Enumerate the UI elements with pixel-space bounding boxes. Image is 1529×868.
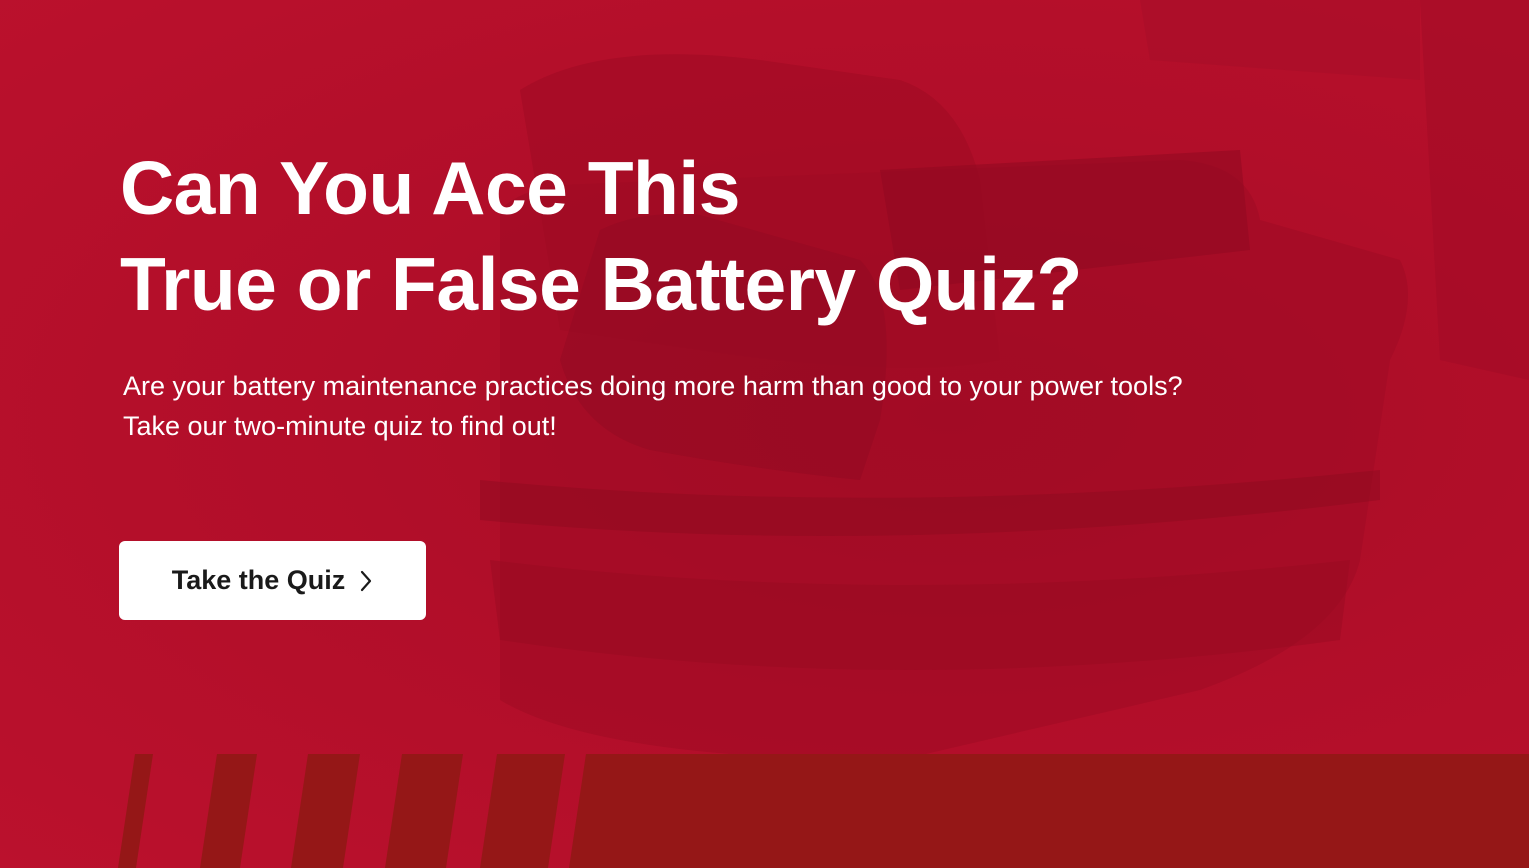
hero-subtitle: Are your battery maintenance practices d… bbox=[123, 366, 1183, 446]
hero-title-line-1: Can You Ace This bbox=[120, 146, 740, 230]
take-the-quiz-button[interactable]: Take the Quiz bbox=[119, 541, 426, 620]
take-the-quiz-label: Take the Quiz bbox=[171, 565, 346, 595]
chevron-right-icon bbox=[359, 569, 373, 593]
hero-title: Can You Ace This True or False Battery Q… bbox=[120, 140, 1082, 332]
hero-subtitle-line-2: Take our two-minute quiz to find out! bbox=[123, 411, 557, 441]
hero-subtitle-line-1: Are your battery maintenance practices d… bbox=[123, 371, 1183, 401]
decorative-stripes-band bbox=[118, 754, 1529, 868]
hero-title-line-2: True or False Battery Quiz? bbox=[120, 242, 1082, 326]
